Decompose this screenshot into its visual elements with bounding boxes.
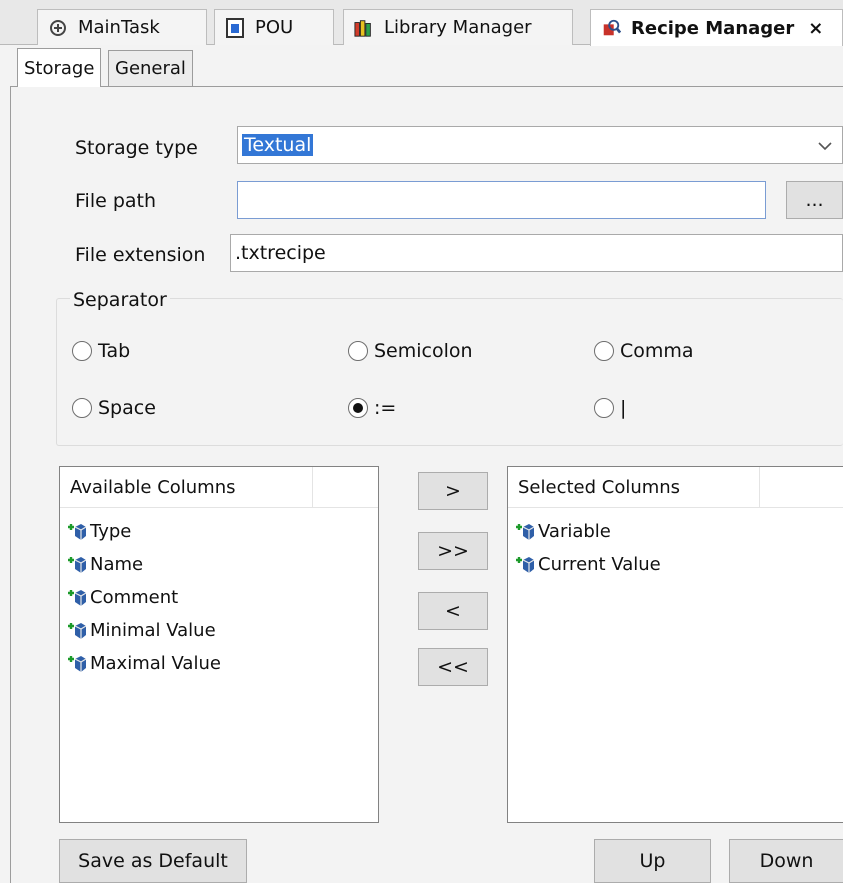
radio-label: Space — [98, 397, 156, 419]
button-label: Up — [639, 850, 666, 872]
list-header: Selected Columns — [508, 467, 843, 508]
separator-group — [56, 298, 843, 446]
tab-label: Library Manager — [384, 17, 532, 38]
radio-space[interactable]: Space — [72, 397, 156, 419]
tab-label: POU — [255, 17, 294, 38]
radio-comma[interactable]: Comma — [594, 340, 694, 362]
radio-circle[interactable] — [594, 398, 614, 418]
file-extension-label: File extension — [75, 244, 206, 266]
button-label: > — [445, 480, 461, 502]
tab-general[interactable]: General — [108, 50, 193, 86]
pou-icon — [225, 17, 245, 38]
up-button[interactable]: Up — [594, 839, 711, 883]
save-as-default-button[interactable]: Save as Default — [59, 839, 247, 883]
add-column-button[interactable]: > — [418, 472, 488, 510]
tab-label: General — [115, 58, 186, 79]
column-item-icon — [66, 521, 88, 543]
column-item-icon — [514, 554, 536, 576]
list-item[interactable]: Minimal Value — [66, 614, 221, 647]
storage-type-select[interactable]: Textual — [237, 126, 843, 164]
editor-tab-bar: MainTask POU Library Manager Recipe Mana… — [0, 0, 843, 46]
library-icon — [354, 18, 374, 38]
list-item[interactable]: Maximal Value — [66, 647, 221, 680]
button-label: >> — [437, 540, 469, 562]
radio-circle-selected[interactable] — [348, 398, 368, 418]
tab-label: MainTask — [78, 17, 160, 38]
file-extension-input[interactable]: .txtrecipe — [230, 234, 843, 272]
list-item[interactable]: Type — [66, 515, 221, 548]
radio-pipe[interactable]: | — [594, 397, 626, 419]
radio-semicolon[interactable]: Semicolon — [348, 340, 473, 362]
list-item-label: Comment — [90, 587, 179, 608]
button-label: < — [445, 600, 461, 622]
chevron-down-icon[interactable] — [818, 134, 832, 156]
list-item[interactable]: Comment — [66, 581, 221, 614]
file-path-input[interactable] — [237, 181, 766, 219]
close-icon[interactable]: × — [808, 18, 823, 39]
remove-column-button[interactable]: < — [418, 592, 488, 630]
column-item-icon — [66, 620, 88, 642]
list-item[interactable]: Variable — [514, 515, 661, 548]
radio-circle[interactable] — [348, 341, 368, 361]
tab-recipe-manager[interactable]: Recipe Manager × — [590, 9, 843, 46]
storage-type-label: Storage type — [75, 137, 198, 159]
storage-type-value: Textual — [242, 134, 314, 156]
tab-pou[interactable]: POU — [214, 9, 334, 45]
list-item-label: Current Value — [538, 554, 661, 575]
list-header: Available Columns — [60, 467, 378, 508]
button-label: Save as Default — [78, 850, 228, 872]
tab-maintask[interactable]: MainTask — [37, 9, 207, 45]
radio-circle[interactable] — [594, 341, 614, 361]
radio-circle[interactable] — [72, 341, 92, 361]
tab-label: Recipe Manager — [631, 17, 795, 39]
task-icon — [48, 18, 68, 38]
button-label: << — [437, 656, 469, 678]
radio-label: := — [374, 397, 397, 419]
tab-library-manager[interactable]: Library Manager — [343, 9, 573, 45]
list-item-label: Type — [90, 521, 132, 542]
selected-items: Variable Current Value — [514, 515, 661, 581]
selected-columns-header[interactable]: Selected Columns — [508, 467, 760, 507]
button-label: Down — [759, 850, 814, 872]
list-item-label: Minimal Value — [90, 620, 216, 641]
tab-label: Storage — [24, 57, 95, 79]
radio-circle[interactable] — [72, 398, 92, 418]
column-item-icon — [66, 554, 88, 576]
remove-all-columns-button[interactable]: << — [418, 648, 488, 686]
available-items: Type Name Comment Minimal Value Maximal Valu… — [66, 515, 221, 680]
browse-label: ... — [805, 189, 824, 211]
available-columns-list[interactable]: Available Columns Type Name Comment Minimal… — [59, 466, 379, 823]
file-extension-value: .txtrecipe — [235, 242, 326, 264]
radio-label: Comma — [620, 340, 694, 362]
radio-label: Semicolon — [374, 340, 473, 362]
list-item[interactable]: Name — [66, 548, 221, 581]
header-spacer — [760, 467, 843, 507]
list-item-label: Variable — [538, 521, 611, 542]
radio-tab[interactable]: Tab — [72, 340, 130, 362]
column-item-icon — [66, 653, 88, 675]
selected-columns-list[interactable]: Selected Columns Variable Current Value — [507, 466, 843, 823]
radio-assign[interactable]: := — [348, 397, 396, 419]
list-item-label: Name — [90, 554, 144, 575]
available-columns-header[interactable]: Available Columns — [60, 467, 313, 507]
tab-storage[interactable]: Storage — [17, 48, 102, 87]
radio-label: Tab — [98, 340, 131, 362]
header-spacer — [313, 467, 378, 507]
radio-label: | — [620, 397, 627, 419]
separator-title: Separator — [70, 289, 170, 311]
add-all-columns-button[interactable]: >> — [418, 532, 488, 570]
column-item-icon — [66, 587, 88, 609]
list-item[interactable]: Current Value — [514, 548, 661, 581]
file-path-label: File path — [75, 190, 157, 212]
column-item-icon — [514, 521, 536, 543]
list-item-label: Maximal Value — [90, 653, 221, 674]
recipe-icon — [601, 18, 621, 38]
browse-button[interactable]: ... — [786, 181, 843, 219]
down-button[interactable]: Down — [729, 839, 843, 883]
